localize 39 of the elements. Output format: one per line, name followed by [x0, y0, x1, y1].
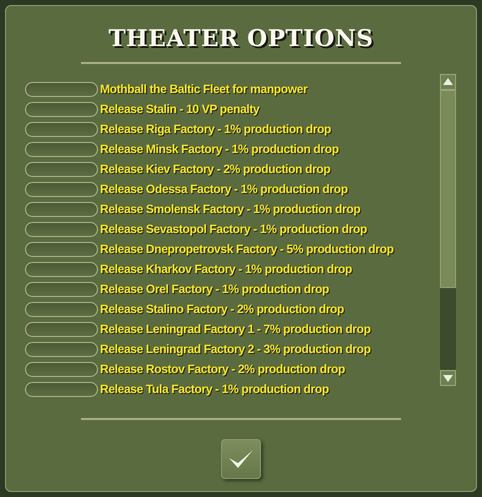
toggle-button[interactable]	[25, 362, 98, 376]
checkmark-icon	[228, 449, 254, 469]
option-label: Release Riga Factory - 1% production drop	[100, 122, 332, 136]
toggle-button[interactable]	[25, 202, 98, 216]
scroll-up-icon[interactable]	[440, 74, 456, 90]
option-label: Release Odessa Factory - 1% production drop	[100, 182, 348, 196]
option-label: Release Kharkov Factory - 1% production drop	[100, 262, 352, 276]
option-label: Release Smolensk Factory - 1% production drop	[100, 202, 360, 216]
option-label: Release Stalino Factory - 2% production drop	[100, 302, 344, 316]
option-label: Release Stalin - 10 VP penalty	[100, 102, 260, 116]
toggle-button[interactable]	[25, 322, 98, 336]
scroll-thumb[interactable]	[440, 90, 456, 288]
toggle-button[interactable]	[25, 162, 98, 176]
option-label: Release Orel Factory - 1% production drop	[100, 282, 330, 296]
toggle-button[interactable]	[25, 242, 98, 256]
dialog-title: THEATER OPTIONS	[108, 26, 374, 52]
toggle-button[interactable]	[25, 302, 98, 316]
option-label: Release Rostov Factory - 2% production drop	[100, 362, 345, 376]
toggle-button[interactable]	[25, 182, 98, 196]
toggle-button[interactable]	[25, 82, 98, 96]
option-label: Mothball the Baltic Fleet for manpower	[100, 82, 308, 96]
toggle-button[interactable]	[25, 262, 98, 276]
option-label: Release Dnepropetrovsk Factory - 5% production drop	[100, 242, 394, 256]
toggle-button[interactable]	[25, 122, 98, 136]
option-label: Release Minsk Factory - 1% production drop	[100, 142, 339, 156]
toggle-button[interactable]	[25, 382, 98, 396]
toggle-button[interactable]	[25, 142, 98, 156]
toggle-button[interactable]	[25, 222, 98, 236]
option-label: Release Tula Factory - 1% production drop	[100, 382, 329, 396]
scrollbar[interactable]	[440, 74, 456, 386]
toggle-button[interactable]	[25, 102, 98, 116]
toggle-button[interactable]	[25, 282, 98, 296]
option-label: Release Leningrad Factory 1 - 7% production drop	[100, 322, 371, 336]
confirm-button[interactable]	[221, 439, 261, 479]
scroll-down-icon[interactable]	[440, 370, 456, 386]
option-label: Release Leningrad Factory 2 - 3% production drop	[100, 342, 371, 356]
toggle-button[interactable]	[25, 342, 98, 356]
option-label: Release Kiev Factory - 2% production drop	[100, 162, 330, 176]
option-label: Release Sevastopol Factory - 1% production drop	[100, 222, 367, 236]
